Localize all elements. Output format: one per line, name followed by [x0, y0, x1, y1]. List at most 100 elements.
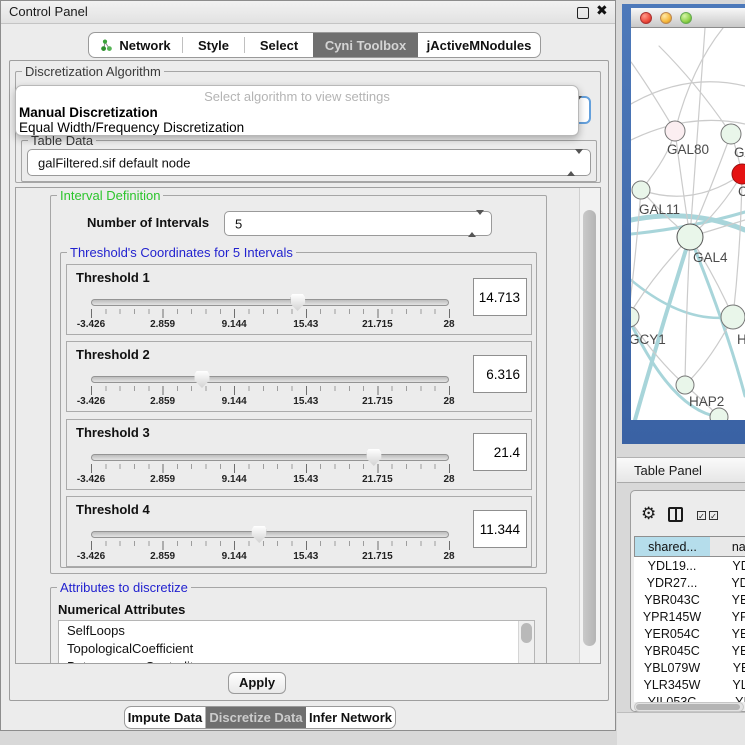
number-of-intervals-combobox[interactable]: 5 — [224, 211, 492, 236]
node-gal11[interactable] — [632, 181, 650, 199]
table-cell[interactable]: YBR0 — [710, 591, 745, 608]
node-selected-red[interactable] — [732, 164, 745, 184]
node[interactable] — [721, 305, 745, 329]
float-window-icon[interactable] — [577, 7, 589, 19]
threshold-2-slider[interactable]: -3.426 2.859 9.144 15.43 21.715 28 — [91, 370, 449, 406]
threshold-coordinates-label: Threshold's Coordinates for 5 Intervals — [67, 245, 296, 260]
table-cell[interactable]: YPR1 — [710, 608, 745, 625]
apply-button[interactable]: Apply — [228, 672, 286, 694]
checkbox-icon[interactable]: ✓ — [697, 511, 706, 520]
table-cell[interactable]: YBR043C — [634, 591, 710, 608]
tab-impute-data[interactable]: Impute Data — [125, 707, 205, 728]
threshold-2-value-field[interactable] — [473, 355, 527, 393]
tab-jactivemnodules[interactable]: jActiveMNodules — [418, 33, 540, 57]
gear-icon[interactable]: ⚙ — [641, 505, 656, 522]
table-cell[interactable]: YER054C — [634, 625, 710, 642]
threshold-4-value-field[interactable] — [473, 510, 527, 548]
list-item[interactable]: SelfLoops — [67, 623, 125, 638]
discretization-algorithm-label: Discretization Algorithm — [22, 64, 164, 79]
columns-icon[interactable] — [668, 507, 683, 522]
network-view-canvas[interactable]: GAL80 GA C GAL11 GAL4 GCY1 H HAP2 — [631, 28, 745, 420]
table-row[interactable]: YIL053C YIL0 — [634, 693, 745, 702]
slider-track[interactable] — [91, 299, 449, 306]
tab-style[interactable]: Style — [183, 33, 244, 57]
viewport-scrollbar-thumb[interactable] — [583, 210, 596, 646]
table-cell[interactable]: YLR345W — [634, 676, 710, 693]
tab-network[interactable]: Network — [89, 33, 182, 57]
table-cell[interactable]: YIL0 — [710, 693, 745, 702]
dropdown-placeholder: Select algorithm to view settings — [16, 89, 578, 104]
column-header-name[interactable]: name — [710, 536, 745, 557]
number-of-intervals-label: Number of Intervals — [87, 215, 209, 230]
tab-style-label: Style — [198, 38, 229, 53]
table-cell[interactable]: YDR27... — [634, 574, 710, 591]
table-cell[interactable]: YIL053C — [634, 693, 710, 702]
column-header-shared-name[interactable]: shared... — [634, 536, 710, 557]
table-cell[interactable]: YBR0 — [710, 642, 745, 659]
node-gcy1[interactable] — [631, 307, 639, 327]
list-scrollbar[interactable] — [518, 621, 534, 664]
table-data-combobox[interactable]: galFiltered.sif default node — [27, 149, 591, 176]
threshold-3-slider[interactable]: -3.426 2.859 9.144 15.43 21.715 28 — [91, 448, 449, 484]
node-gal4[interactable] — [677, 224, 703, 250]
node[interactable] — [721, 124, 741, 144]
threshold-4-slider[interactable]: -3.426 2.859 9.144 15.43 21.715 28 — [91, 525, 449, 561]
node-gal80[interactable] — [665, 121, 685, 141]
edge — [631, 237, 690, 317]
table-cell[interactable]: YBL079W — [634, 659, 710, 676]
list-item[interactable]: BetweennessCentrality — [67, 659, 200, 664]
table-cell[interactable]: YBL0 — [710, 659, 745, 676]
tick-label: 28 — [443, 474, 454, 485]
table-row[interactable]: YDR27... YDR2 — [634, 574, 745, 591]
table-row[interactable]: YPR145W YPR1 — [634, 608, 745, 625]
table-cell[interactable]: YER0 — [710, 625, 745, 642]
dropdown-item-manual-discretization[interactable]: Manual Discretization — [18, 105, 577, 120]
table-cell[interactable]: YDR2 — [710, 574, 745, 591]
tab-select[interactable]: Select — [245, 33, 313, 57]
tab-discretize-data[interactable]: Discretize Data — [206, 707, 306, 728]
tab-infer-network[interactable]: Infer Network — [306, 707, 395, 728]
tick-label: 2.859 — [150, 319, 175, 330]
table-cell[interactable]: YDL19... — [634, 557, 710, 574]
slider-track[interactable] — [91, 454, 449, 461]
slider-tick-marks — [91, 309, 450, 318]
table-row[interactable]: YER054C YER0 — [634, 625, 745, 642]
table-cell[interactable]: YLR3 — [710, 676, 745, 693]
numerical-attributes-list[interactable]: SelfLoops TopologicalCoefficient Between… — [58, 620, 535, 664]
table-cell[interactable]: YBR045C — [634, 642, 710, 659]
tab-infer-network-label: Infer Network — [309, 710, 392, 725]
tick-label: 15.43 — [293, 396, 318, 407]
threshold-1-value-field[interactable] — [473, 278, 527, 316]
table-row[interactable]: YBL079W YBL0 — [634, 659, 745, 676]
mac-close-button[interactable] — [640, 12, 652, 24]
table-panel-headerbar[interactable]: Table Panel — [617, 457, 745, 483]
node-label-gal4: GAL4 — [693, 250, 728, 265]
table-row[interactable]: YBR045C YBR0 — [634, 642, 745, 659]
mac-zoom-button[interactable] — [680, 12, 692, 24]
table-cell[interactable]: YDL1 — [710, 557, 745, 574]
checkbox-icon[interactable]: ✓ — [709, 511, 718, 520]
network-window-titlebar[interactable] — [631, 8, 745, 28]
table-row[interactable]: YDL19... YDL1 — [634, 557, 745, 574]
table-horizontal-scrollbar-thumb[interactable] — [636, 704, 740, 710]
table-row[interactable]: YBR043C YBR0 — [634, 591, 745, 608]
control-panel-titlebar[interactable]: Control Panel ✖ — [1, 1, 615, 24]
tab-cyni-toolbox[interactable]: Cyni Toolbox — [313, 33, 418, 57]
slider-track[interactable] — [91, 531, 449, 538]
threshold-3-value-field[interactable] — [473, 433, 527, 471]
dropdown-item-equal-width-frequency[interactable]: Equal Width/Frequency Discretization — [18, 120, 577, 135]
list-item[interactable]: TopologicalCoefficient — [67, 641, 193, 656]
close-icon[interactable]: ✖ — [596, 2, 608, 19]
node-hap2[interactable] — [676, 376, 694, 394]
numerical-attributes-label: Numerical Attributes — [58, 602, 185, 617]
threshold-1-slider[interactable]: -3.426 2.859 9.144 15.43 21.715 28 — [91, 293, 449, 329]
node-label-gal11: GAL11 — [639, 202, 680, 217]
table-cell[interactable]: YPR145W — [634, 608, 710, 625]
list-scrollbar-thumb[interactable] — [521, 623, 532, 643]
table-horizontal-scrollbar[interactable] — [634, 702, 744, 712]
viewport-scrollbar[interactable] — [579, 188, 600, 663]
tick-label: 28 — [443, 319, 454, 330]
slider-track[interactable] — [91, 376, 449, 383]
mac-minimize-button[interactable] — [660, 12, 672, 24]
table-row[interactable]: YLR345W YLR3 — [634, 676, 745, 693]
